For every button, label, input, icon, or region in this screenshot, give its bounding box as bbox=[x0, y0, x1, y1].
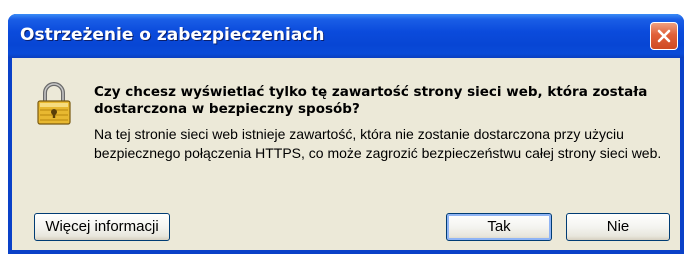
dialog-body: Czy chcesz wyświetlać tylko tę zawartość… bbox=[12, 58, 680, 250]
title-bar[interactable]: Ostrzeżenie o zabezpieczeniach bbox=[8, 14, 684, 58]
more-info-button[interactable]: Więcej informacji bbox=[34, 213, 170, 241]
no-button[interactable]: Nie bbox=[566, 213, 670, 241]
detail-text: Na tej stronie sieci web istnieje zawart… bbox=[94, 126, 662, 161]
close-button[interactable] bbox=[650, 22, 678, 50]
close-icon bbox=[657, 29, 671, 43]
security-lock-icon bbox=[37, 82, 71, 125]
question-text: Czy chcesz wyświetlać tylko tę zawartość… bbox=[94, 84, 648, 117]
security-warning-dialog: Ostrzeżenie o zabezpieczeniach Czy chces… bbox=[8, 14, 684, 254]
yes-button[interactable]: Tak bbox=[446, 213, 552, 241]
dialog-title: Ostrzeżenie o zabezpieczeniach bbox=[20, 25, 325, 45]
